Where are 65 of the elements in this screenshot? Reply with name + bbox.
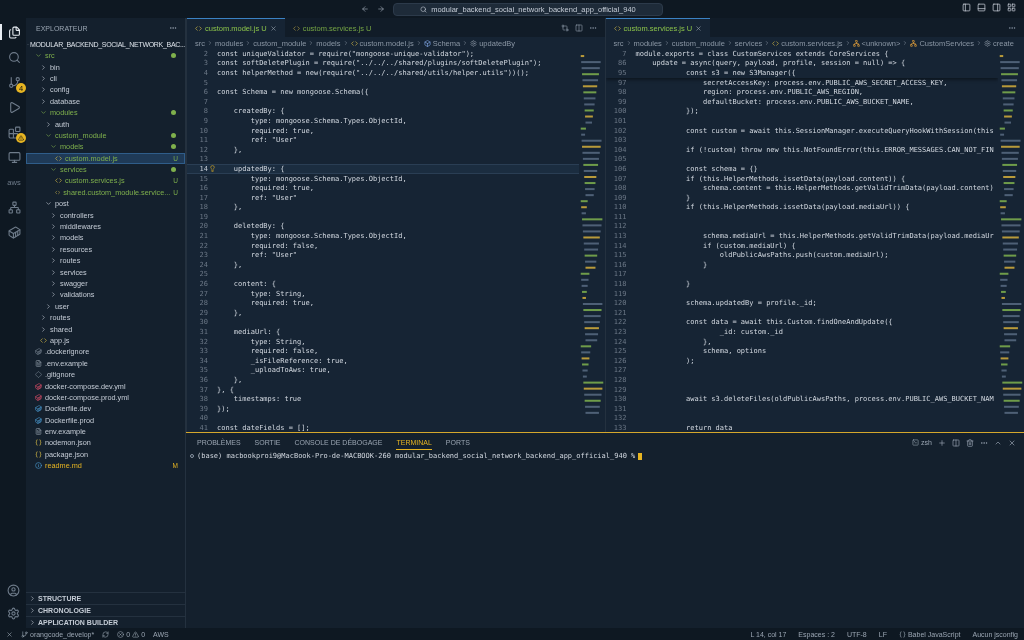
chevron-down-icon — [45, 200, 52, 208]
braces-icon — [35, 450, 42, 458]
chevron-right-icon — [902, 40, 909, 46]
layout-icon[interactable] — [1007, 3, 1016, 12]
braces-icon — [898, 630, 906, 638]
split-icon[interactable] — [952, 438, 960, 447]
chevron-right-icon — [415, 40, 422, 46]
diamond-icon — [35, 371, 42, 379]
terminal-cursor — [638, 452, 643, 460]
add-icon[interactable] — [938, 438, 946, 447]
terminal-icon — [912, 439, 920, 446]
chevron-right-icon — [245, 40, 252, 46]
chevron-right-icon — [976, 40, 982, 46]
braces-icon — [35, 439, 42, 447]
js-file-icon — [772, 39, 780, 47]
js-file-icon — [195, 24, 202, 32]
chevron-right-icon — [308, 40, 315, 46]
more-icon[interactable] — [169, 24, 177, 32]
js-file-icon — [292, 24, 300, 32]
chevron-right-icon — [207, 40, 213, 46]
file-icon — [35, 428, 42, 436]
extensions-icon — [7, 125, 21, 139]
info-icon — [35, 462, 42, 470]
chevron-right-icon — [462, 40, 469, 46]
graph-icon — [7, 200, 21, 214]
close-icon[interactable] — [695, 24, 703, 32]
warning-icon — [132, 630, 140, 638]
chevron-right-icon — [726, 40, 733, 46]
cube-icon — [423, 39, 431, 47]
branch-icon — [21, 630, 28, 638]
chevron-right-icon — [663, 40, 670, 46]
js-file-icon — [55, 188, 61, 196]
chevron-right-icon — [764, 40, 771, 46]
source-control-icon — [7, 75, 21, 89]
lightbulb-icon[interactable] — [209, 164, 216, 172]
forward-icon[interactable] — [377, 5, 385, 13]
secondary-sidebar-icon[interactable] — [992, 3, 1001, 12]
chevron-right-icon — [844, 40, 851, 46]
settings-icon[interactable] — [6, 607, 20, 620]
js-file-icon — [613, 24, 621, 32]
close-icon[interactable] — [1008, 438, 1016, 447]
panel-toggle-icon[interactable] — [977, 3, 986, 12]
chevron-right-icon — [342, 40, 349, 46]
js-file-icon — [55, 177, 62, 185]
run-icon — [7, 100, 21, 114]
js-file-icon — [40, 336, 47, 344]
sync-icon[interactable] — [102, 630, 110, 638]
trash-icon[interactable] — [966, 438, 974, 447]
account-icon[interactable] — [6, 584, 20, 597]
chevron-right-icon — [625, 40, 632, 46]
chevron-down-icon — [50, 166, 57, 174]
search-icon — [420, 5, 428, 13]
back-icon[interactable] — [361, 5, 369, 13]
chevron-right-icon — [45, 120, 52, 128]
error-icon — [117, 630, 125, 638]
files-icon — [7, 25, 21, 39]
js-file-icon — [350, 39, 358, 47]
file-icon — [35, 359, 42, 367]
sidebar-toggle-icon[interactable] — [962, 3, 971, 12]
compare-icon[interactable] — [560, 23, 569, 32]
close-icon[interactable] — [269, 24, 277, 32]
split-editor-icon[interactable] — [574, 23, 583, 32]
search-icon — [7, 50, 21, 64]
js-file-icon — [55, 154, 62, 162]
chevron-down-icon — [40, 109, 47, 117]
